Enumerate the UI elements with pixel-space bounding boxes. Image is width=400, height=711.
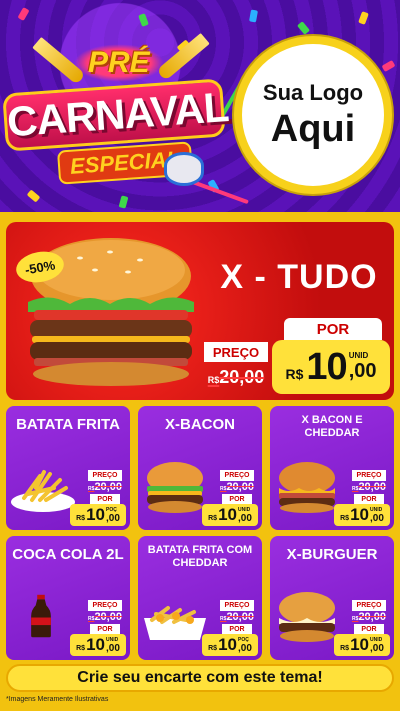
preco-label: PREÇO	[88, 600, 122, 611]
featured-product: -50% X - TUDO PREÇO R$20,00 POR R$ 10 UN…	[6, 222, 394, 400]
price-integer: 10	[86, 635, 105, 654]
old-price: R$20,00	[84, 481, 126, 493]
header-banner: PRÉ CARNAVAL ESPECIAL Sua Logo Aqui	[0, 0, 400, 212]
old-price: R$20,00	[202, 367, 270, 388]
confetti	[17, 7, 30, 21]
old-price-value: 20,00	[219, 367, 265, 387]
price-integer: 10	[218, 505, 237, 524]
preco-label: PREÇO	[352, 470, 386, 481]
store-logo-line1: Sua Logo	[262, 79, 364, 105]
old-price: R$20,00	[348, 611, 390, 623]
new-price: R$ 10 UNID ,00	[70, 634, 126, 656]
confetti	[296, 21, 311, 35]
price-currency: R$	[340, 644, 350, 652]
price-decimals: ,00	[105, 512, 120, 524]
new-price: R$ 10 POÇ ,00	[70, 504, 126, 526]
flyer-content: -50% X - TUDO PREÇO R$20,00 POR R$ 10 UN…	[0, 212, 400, 711]
featured-title: X - TUDO	[220, 258, 378, 296]
product-card: X-BACON PREÇO R$20,00 POR R$ 10 UNID ,00	[138, 406, 262, 530]
por-label: POR	[354, 624, 384, 634]
logo-pre-text: PRÉ	[74, 44, 164, 82]
old-price: R$20,00	[348, 481, 390, 493]
old-price-value: 20,00	[94, 481, 122, 493]
product-grid: BATATA FRITA PREÇO R$20,00 POR R$ 10 POÇ ,0…	[6, 406, 394, 660]
fries-tray-icon	[144, 606, 206, 640]
new-price-integer: 10	[306, 345, 347, 388]
preco-label: PREÇO	[220, 600, 254, 611]
preco-label: PREÇO	[352, 600, 386, 611]
trumpet-icon	[156, 32, 210, 82]
product-card: X-BURGUER PREÇO R$20,00 POR R$ 10 UNID ,00	[270, 536, 394, 660]
old-price-value: 20,00	[226, 481, 254, 493]
preco-label: PREÇO	[88, 470, 122, 481]
old-price: R$20,00	[216, 611, 258, 623]
por-label: POR	[90, 494, 120, 504]
new-price: R$ 10 UNID ,00	[272, 340, 390, 394]
product-card: BATATA FRITA COM CHEDDAR PREÇO R$20,00 P…	[138, 536, 262, 660]
product-card: X BACON E CHEDDAR PREÇO R$20,00 POR R$ 10…	[270, 406, 394, 530]
preco-label: PREÇO	[204, 342, 268, 362]
store-logo-placeholder: Sua Logo Aqui	[234, 36, 392, 194]
price-integer: 10	[350, 635, 369, 654]
confetti	[118, 195, 129, 209]
price-decimals: ,00	[369, 642, 384, 654]
price-currency: R$	[340, 514, 350, 522]
price-integer: 10	[218, 635, 237, 654]
price-decimals: ,00	[105, 642, 120, 654]
store-logo-line2: Aqui	[270, 107, 356, 150]
por-label: POR	[354, 494, 384, 504]
confetti	[249, 9, 258, 23]
product-name: COCA COLA 2L	[12, 546, 124, 563]
fries-icon	[11, 470, 75, 512]
por-label: POR	[222, 494, 252, 504]
product-name: BATATA FRITA COM CHEDDAR	[147, 544, 253, 569]
old-price-value: 20,00	[94, 611, 122, 623]
old-price: R$20,00	[84, 611, 126, 623]
old-price-value: 20,00	[358, 481, 386, 493]
new-price-decimals: ,00	[348, 360, 377, 382]
carnaval-logo: PRÉ CARNAVAL ESPECIAL	[2, 24, 232, 194]
new-price: R$ 10 UNID ,00	[334, 504, 390, 526]
preco-label: PREÇO	[220, 470, 254, 481]
price-currency: R$	[208, 644, 218, 652]
old-price: R$20,00	[216, 481, 258, 493]
confetti	[381, 59, 396, 73]
drum-icon	[164, 152, 204, 186]
old-price-value: 20,00	[226, 611, 254, 623]
price-currency: R$	[76, 644, 86, 652]
price-integer: 10	[86, 505, 105, 524]
old-price-currency: R$	[207, 375, 220, 385]
price-currency: R$	[208, 514, 218, 522]
por-label: POR	[90, 624, 120, 634]
price-integer: 10	[350, 505, 369, 524]
por-label: POR	[222, 624, 252, 634]
logo-carnaval-text: CARNAVAL	[2, 78, 230, 152]
new-price: R$ 10 UNID ,00	[202, 504, 258, 526]
product-card: COCA COLA 2L PREÇO R$20,00 POR R$ 10 UNID,…	[6, 536, 130, 660]
new-price: R$ 10 POÇ ,00	[202, 634, 258, 656]
product-name: X-BURGUER	[286, 546, 378, 563]
new-price: R$ 10 UNID ,00	[334, 634, 390, 656]
por-label: POR	[284, 318, 382, 340]
product-name: BATATA FRITA	[16, 416, 120, 433]
disclaimer-footnote: *Imagens Meramente Ilustrativas	[6, 696, 109, 703]
product-card: BATATA FRITA PREÇO R$20,00 POR R$ 10 POÇ ,0…	[6, 406, 130, 530]
price-currency: R$	[76, 514, 86, 522]
price-decimals: ,00	[237, 642, 252, 654]
product-name: X-BACON	[165, 416, 235, 433]
confetti	[358, 11, 369, 25]
product-name: X BACON E CHEDDAR	[301, 414, 363, 439]
price-decimals: ,00	[237, 512, 252, 524]
burger-icon	[279, 462, 335, 513]
old-price-value: 20,00	[358, 611, 386, 623]
new-price-currency: R$	[285, 366, 304, 382]
burger-icon	[147, 462, 203, 513]
new-price-unit: UNID	[348, 351, 369, 360]
burger-icon	[279, 592, 335, 642]
price-decimals: ,00	[369, 512, 384, 524]
soda-bottle-icon	[31, 594, 51, 638]
create-flyer-button[interactable]: Crie seu encarte com este tema!	[6, 664, 394, 692]
